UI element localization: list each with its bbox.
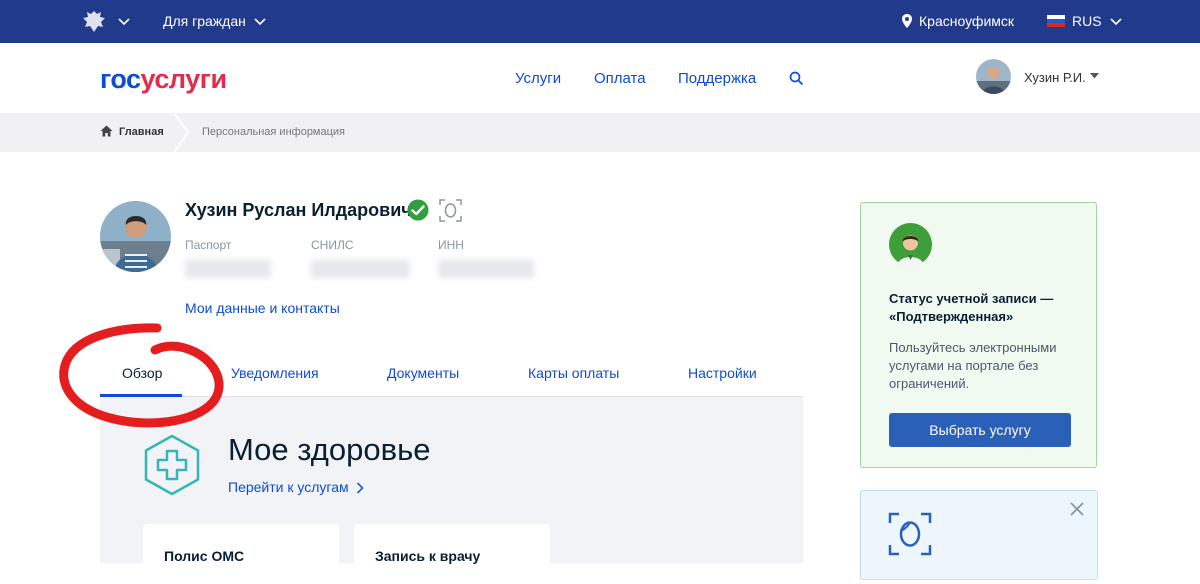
logo-text-gos: гос (100, 64, 141, 94)
nav-services[interactable]: Услуги (515, 70, 561, 87)
red-circle-annotation (59, 323, 224, 428)
health-title: Мое здоровье (228, 432, 431, 467)
passport-value-blurred (185, 260, 271, 278)
inn-value-blurred (438, 260, 534, 278)
gosuslugi-logo[interactable]: госуслуги (100, 64, 227, 95)
home-icon[interactable] (100, 125, 113, 137)
tab-payment-cards[interactable]: Карты оплаты (528, 365, 619, 381)
support-agent-icon (889, 223, 932, 266)
medical-cross-icon (144, 434, 200, 496)
passport-label: Паспорт (185, 238, 232, 252)
nav-payment[interactable]: Оплата (594, 70, 646, 87)
breadcrumb-current: Персональная информация (202, 126, 346, 138)
coat-of-arms-icon[interactable] (80, 8, 108, 36)
profile-photo[interactable] (100, 201, 171, 272)
chevron-down-icon[interactable] (254, 17, 266, 27)
close-icon[interactable] (1070, 502, 1084, 516)
nav-support[interactable]: Поддержка (678, 70, 756, 87)
my-data-link[interactable]: Мои данные и контакты (185, 300, 340, 316)
snils-label: СНИЛС (311, 238, 354, 252)
tab-documents[interactable]: Документы (387, 365, 459, 381)
breadcrumb-separator (173, 113, 190, 152)
full-name: Хузин Руслан Илдарович (185, 200, 412, 220)
user-avatar[interactable] (976, 59, 1011, 94)
face-id-icon (888, 512, 932, 556)
city-selector[interactable]: Красноуфимск (919, 13, 1014, 29)
breadcrumb-home[interactable]: Главная (119, 126, 164, 138)
account-status-description: Пользуйтесь электронными услугами на пор… (889, 340, 1057, 391)
inn-label: ИНН (438, 238, 464, 252)
verified-check-icon (407, 199, 429, 221)
language-selector[interactable]: RUS (1072, 13, 1102, 29)
tab-settings[interactable]: Настройки (688, 365, 757, 381)
chevron-down-icon[interactable] (1110, 17, 1122, 27)
choose-service-button[interactable]: Выбрать услугу (889, 413, 1071, 447)
chevron-right-icon[interactable] (356, 482, 364, 494)
account-status-title: Статус учетной записи — «Подтвержденная» (889, 291, 1054, 324)
health-services-link[interactable]: Перейти к услугам (228, 479, 349, 495)
oms-policy-title: Полис ОМС (164, 548, 245, 564)
citizens-menu[interactable]: Для граждан (163, 13, 246, 29)
user-menu-name[interactable]: Хузин Р.И. (1024, 70, 1086, 85)
russia-flag-icon (1047, 15, 1065, 27)
tab-notifications[interactable]: Уведомления (231, 365, 319, 381)
snils-value-blurred (311, 260, 410, 278)
face-scan-icon[interactable] (439, 199, 462, 222)
doctor-appointment-title: Запись к врачу (375, 548, 481, 564)
caret-down-icon[interactable] (1090, 73, 1099, 79)
logo-text-uslugi: услуги (140, 64, 228, 94)
location-pin-icon (902, 14, 912, 28)
chevron-down-icon[interactable] (118, 17, 130, 27)
search-icon[interactable] (789, 71, 804, 86)
